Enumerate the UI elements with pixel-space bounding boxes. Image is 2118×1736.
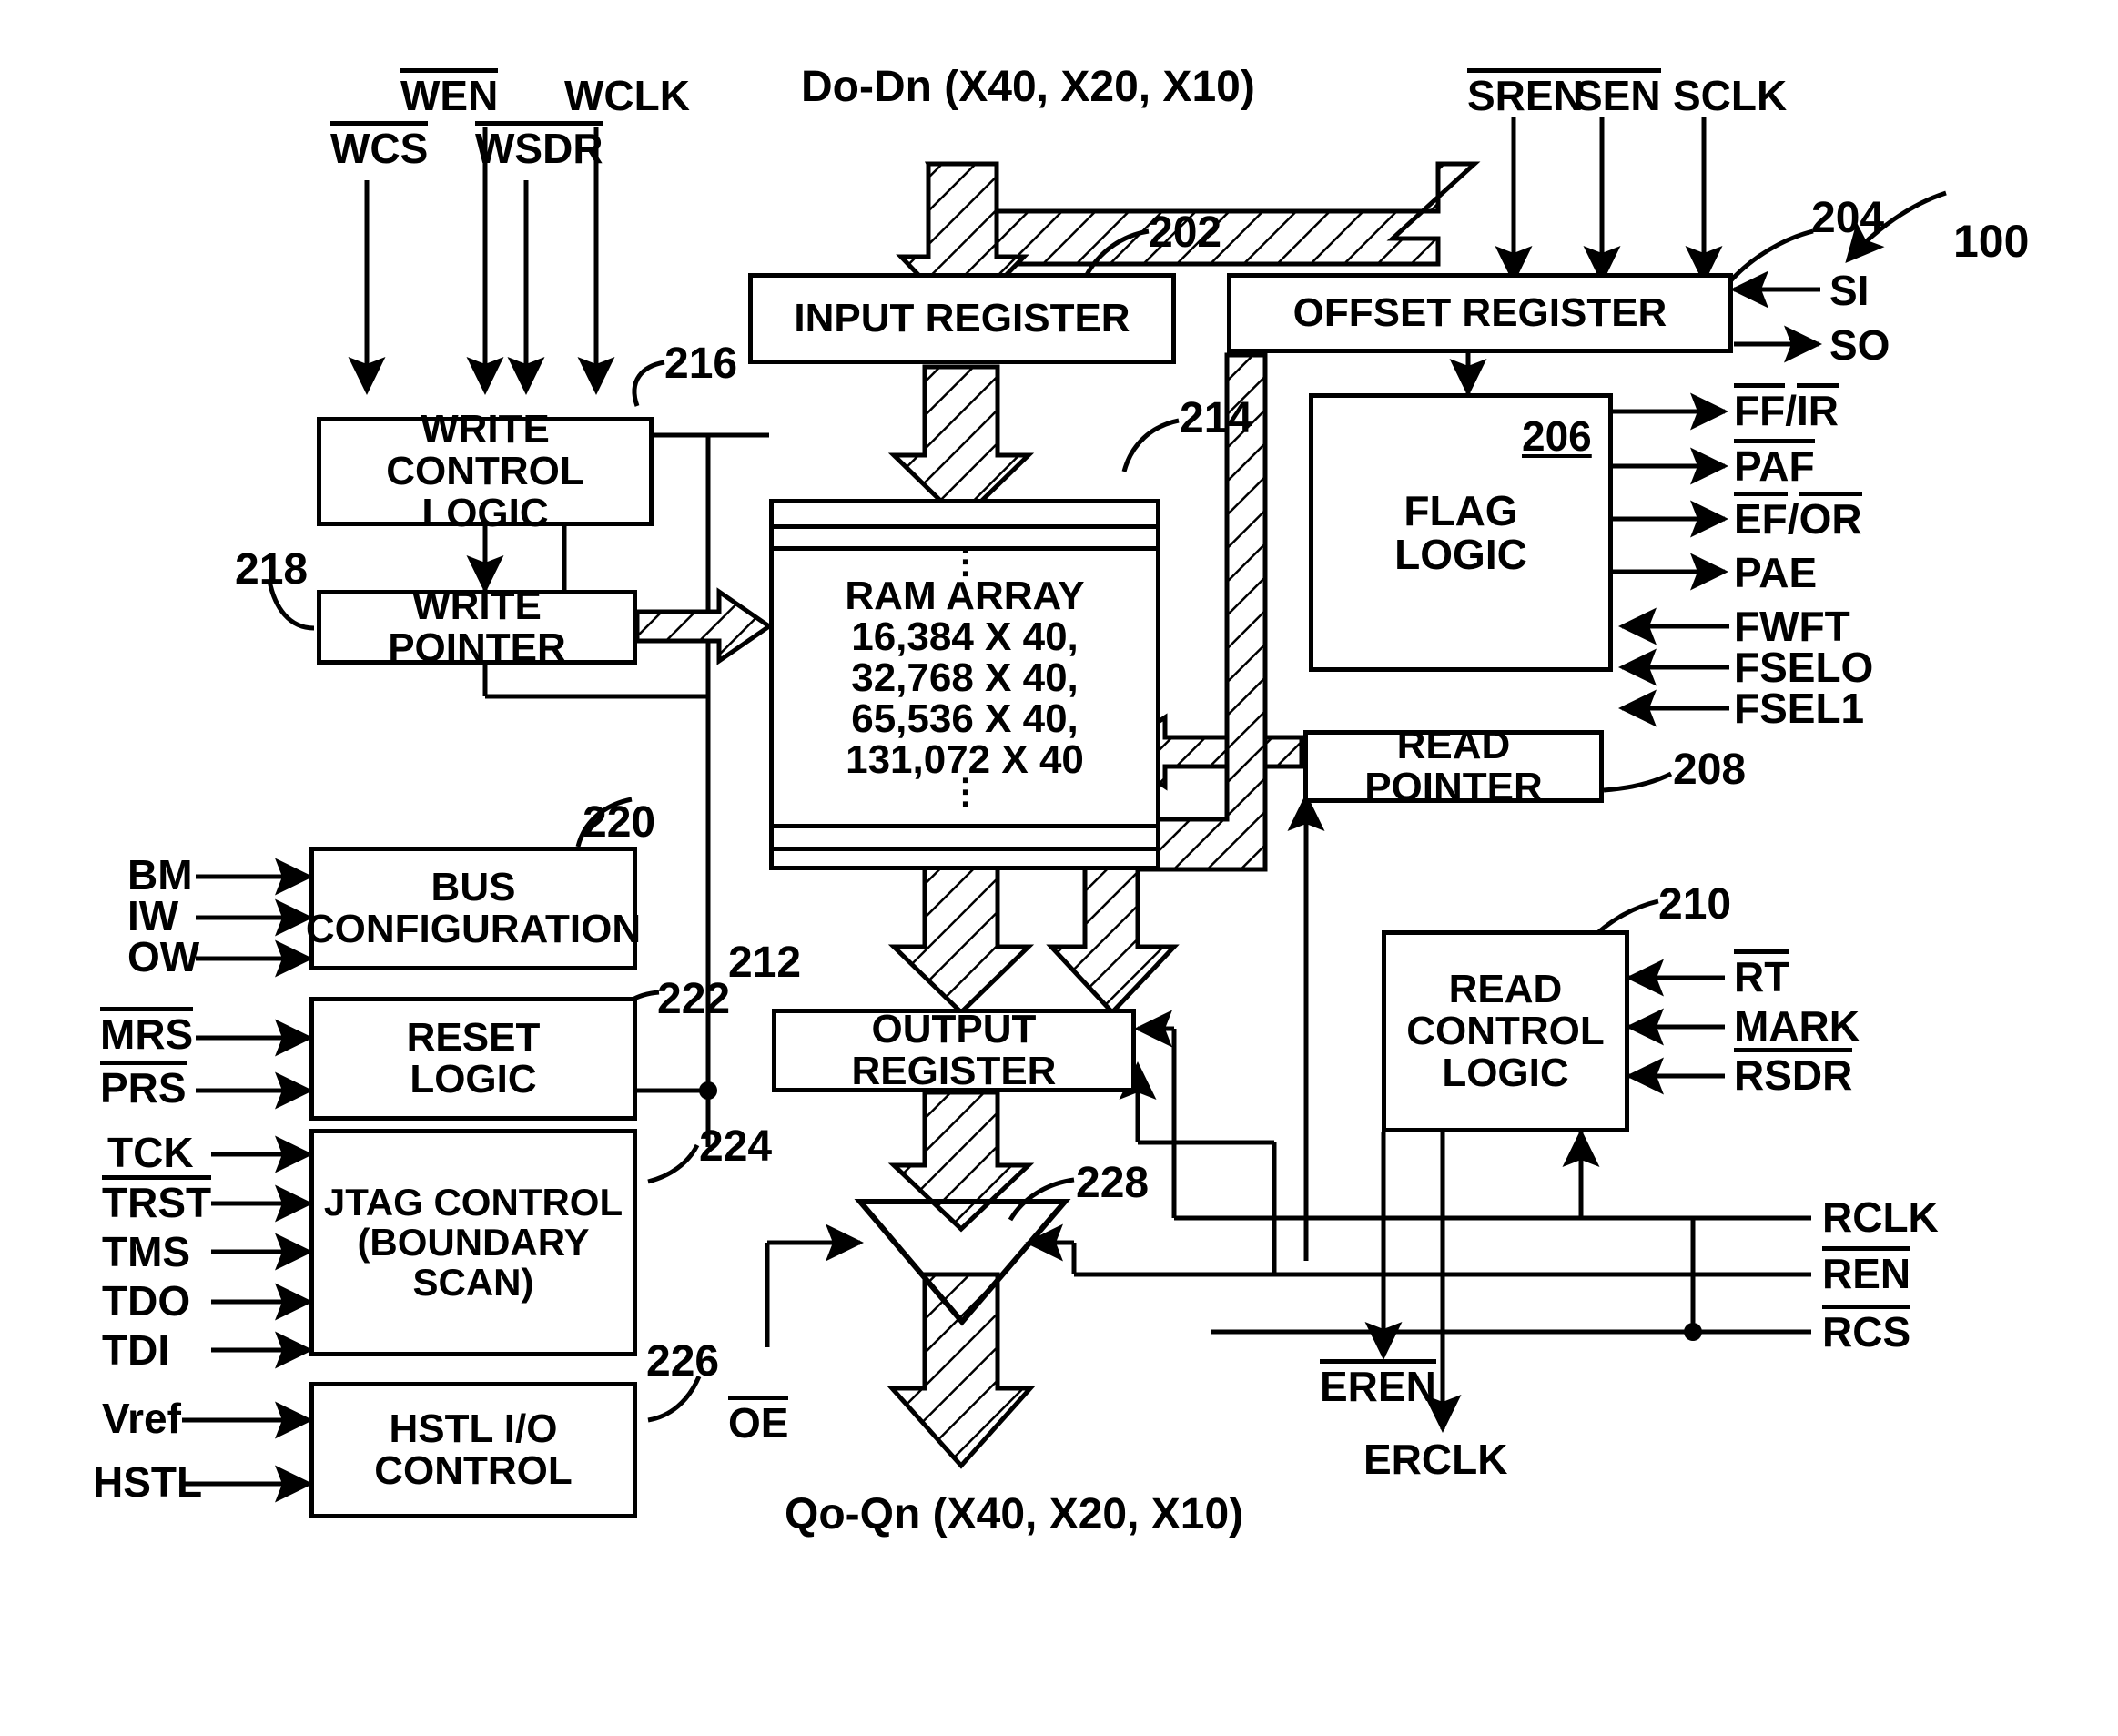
block-hstl-line1: HSTL I/O (389, 1406, 558, 1451)
block-jtag-line1: JTAG CONTROL (323, 1180, 623, 1223)
junction-dot-rcs (1684, 1323, 1702, 1341)
ref-214: 214 (1180, 394, 1253, 442)
block-reset-logic-line2: LOGIC (410, 1057, 537, 1101)
block-jtag-line2: (BOUNDARY SCAN) (357, 1220, 590, 1305)
ram-size-3: 65,536 X 40, (851, 695, 1079, 741)
signal-label-tms: TMS (102, 1228, 191, 1275)
block-bus-config-line2: CONFIGURATION (305, 907, 642, 951)
ram-dots-top: ⋮ (948, 543, 983, 581)
block-write-control-line2: LOGIC (421, 491, 549, 536)
ram-divider-top-1 (772, 524, 1158, 529)
block-output-register[interactable]: OUTPUT REGISTER (772, 1006, 1136, 1093)
signal-label-ff-ir: FF/IR (1734, 382, 1839, 434)
block-output-register-label: OUTPUT REGISTER (851, 1006, 1057, 1093)
block-write-control-line1: WRITE CONTROL (386, 406, 584, 493)
signal-label-tdo: TDO (102, 1277, 191, 1325)
signal-label-paf: PAF (1734, 438, 1815, 490)
ram-dots-bottom: ⋮ (948, 773, 983, 812)
signal-label-prs: PRS (100, 1060, 187, 1112)
block-bus-configuration[interactable]: BUS CONFIGURATION (306, 847, 641, 970)
block-write-pointer[interactable]: WRITE POINTER (317, 584, 637, 669)
block-input-register-label: INPUT REGISTER (794, 295, 1130, 340)
signal-label-data-out: Qo-Qn (X40, X20, X10) (785, 1490, 1244, 1538)
block-read-control-line1: READ (1448, 966, 1563, 1011)
signal-label-wsdr: WSDR (475, 120, 603, 172)
ram-size-2: 32,768 X 40, (851, 655, 1079, 700)
signal-label-tck: TCK (107, 1129, 194, 1176)
signal-label-rclk: RCLK (1822, 1193, 1939, 1241)
signal-label-data-in: Do-Dn (X40, X20, X10) (801, 63, 1255, 111)
signal-label-so: SO (1829, 321, 1890, 369)
signal-label-bm: BM (127, 851, 193, 898)
signal-label-fsel1: FSEL1 (1734, 685, 1865, 732)
ref-210: 210 (1658, 880, 1732, 929)
signal-label-hstl: HSTL (93, 1458, 203, 1506)
signal-label-sen: SEN (1575, 67, 1661, 119)
block-jtag-control[interactable]: JTAG CONTROL (BOUNDARY SCAN) (309, 1129, 637, 1356)
ref-226: 226 (646, 1337, 720, 1386)
signal-label-trst: TRST (102, 1174, 212, 1226)
ref-222: 222 (657, 975, 731, 1023)
block-offset-register[interactable]: OFFSET REGISTER (1227, 273, 1733, 353)
ref-218: 218 (235, 545, 309, 594)
signal-label-rsdr: RSDR (1734, 1047, 1853, 1099)
signal-label-erclk: ERCLK (1363, 1436, 1508, 1483)
ref-228: 228 (1076, 1159, 1150, 1207)
signal-label-oe: OE (728, 1395, 789, 1447)
ref-100: 100 (1953, 216, 2030, 267)
block-reset-logic-line1: RESET (406, 1014, 541, 1060)
signal-label-ow: OW (127, 933, 200, 980)
junction-dot-reset (699, 1081, 717, 1100)
block-input-register[interactable]: INPUT REGISTER (748, 273, 1176, 364)
signal-label-si: SI (1829, 267, 1870, 314)
signal-label-vref: Vref (102, 1395, 181, 1442)
ram-array-text: ⋮ RAM ARRAY 16,384 X 40, 32,768 X 40, 65… (769, 543, 1160, 812)
signal-label-mark: MARK (1734, 1002, 1860, 1050)
ram-title: RAM ARRAY (845, 574, 1085, 618)
block-flag-logic-line2: LOGIC (1394, 531, 1527, 578)
signal-label-sren: SREN (1467, 67, 1584, 119)
signal-label-rt: RT (1734, 949, 1790, 1000)
figure-canvas: WCS WEN WSDR WCLK Do-Dn (X40, X20, X10) … (0, 0, 2118, 1736)
signal-label-wcs: WCS (330, 120, 429, 172)
signal-label-sclk: SCLK (1673, 72, 1788, 119)
block-read-pointer-label: READ POINTER (1364, 722, 1543, 809)
block-flag-logic-line1: FLAG (1404, 486, 1518, 534)
block-write-control-logic[interactable]: WRITE CONTROL LOGIC (317, 408, 654, 534)
block-reset-logic[interactable]: RESET LOGIC (309, 997, 637, 1121)
block-read-control-line2: CONTROL (1406, 1008, 1605, 1053)
ref-220: 220 (583, 798, 656, 847)
signal-label-fwft: FWFT (1734, 603, 1850, 650)
block-read-control-logic[interactable]: READ CONTROL LOGIC (1382, 930, 1629, 1132)
ram-divider-bottom-1 (772, 824, 1158, 828)
ref-206: 206 (1522, 412, 1592, 460)
block-offset-register-label: OFFSET REGISTER (1292, 289, 1667, 335)
signal-label-pae: PAE (1734, 549, 1818, 596)
ref-202: 202 (1149, 208, 1222, 257)
ram-divider-bottom-2 (772, 847, 1158, 851)
ref-204: 204 (1811, 194, 1885, 242)
signal-label-fsel0: FSELO (1734, 644, 1874, 691)
signal-label-wclk: WCLK (564, 72, 690, 119)
signal-label-iw: IW (127, 892, 179, 939)
ram-size-1: 16,384 X 40, (851, 614, 1079, 659)
signal-label-rcs: RCS (1822, 1304, 1911, 1355)
block-hstl-io-control[interactable]: HSTL I/O CONTROL (309, 1382, 637, 1518)
ref-208: 208 (1673, 746, 1747, 794)
block-bus-config-line1: BUS (431, 864, 516, 909)
signal-label-eren: EREN (1320, 1358, 1436, 1410)
ref-224: 224 (699, 1122, 773, 1171)
block-read-control-line3: LOGIC (1442, 1051, 1569, 1096)
signal-label-mrs: MRS (100, 1006, 194, 1058)
ref-212: 212 (728, 939, 802, 987)
signal-label-tdi: TDI (102, 1326, 170, 1374)
signal-label-ren: REN (1822, 1245, 1911, 1297)
ref-216: 216 (664, 340, 738, 388)
block-write-pointer-label: WRITE POINTER (388, 583, 566, 670)
signal-label-ef-or: EF/OR (1734, 491, 1862, 543)
signal-label-wen: WEN (400, 67, 499, 119)
block-read-pointer[interactable]: READ POINTER (1303, 724, 1604, 808)
block-hstl-line2: CONTROL (374, 1448, 573, 1493)
